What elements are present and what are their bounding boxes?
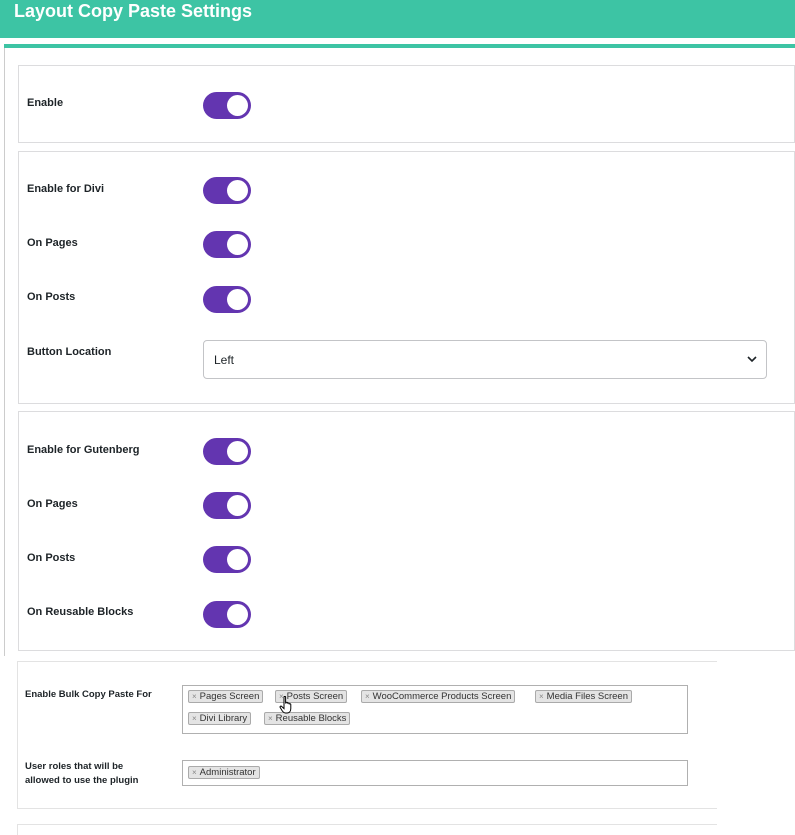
chip-remove-icon[interactable]: × [268, 713, 273, 724]
enable-label: Enable [27, 97, 64, 109]
user-roles-multiselect[interactable]: × Administrator [182, 760, 688, 786]
enable-divi-label: Enable for Divi [27, 183, 105, 195]
chip-media-files-screen: × Media Files Screen [535, 690, 632, 703]
chip-remove-icon[interactable]: × [192, 767, 197, 778]
chip-label: Pages Screen [199, 691, 260, 702]
toggle-knob [227, 549, 248, 570]
chip-remove-icon[interactable]: × [192, 713, 197, 724]
divi-on-posts-toggle[interactable] [203, 286, 251, 313]
divi-on-posts-label: On Posts [27, 291, 76, 303]
toggle-knob [227, 441, 248, 462]
gutenberg-on-reusable-toggle[interactable] [203, 601, 251, 628]
gutenberg-on-reusable-label: On Reusable Blocks [27, 606, 134, 618]
user-roles-label-line1: User roles that will be [25, 761, 124, 772]
chip-woocommerce-products-screen: × WooCommerce Products Screen [361, 690, 516, 703]
button-location-select[interactable]: Left [203, 340, 767, 379]
header-divider [4, 44, 795, 48]
settings-header: Layout Copy Paste Settings [0, 0, 795, 38]
chip-remove-icon[interactable]: × [192, 691, 197, 702]
chip-pages-screen: × Pages Screen [188, 690, 264, 703]
toggle-knob [227, 234, 248, 255]
toggle-knob [227, 180, 248, 201]
gutenberg-on-pages-toggle[interactable] [203, 492, 251, 519]
gutenberg-on-posts-label: On Posts [27, 552, 76, 564]
hand-pointer-icon [279, 696, 292, 714]
divi-on-pages-label: On Pages [27, 237, 78, 249]
chip-label: Administrator [199, 767, 256, 778]
user-roles-label-line2: allowed to use the plugin [25, 775, 139, 786]
page-title: Layout Copy Paste Settings [14, 1, 253, 21]
toggle-knob [227, 95, 248, 116]
chip-administrator: × Administrator [188, 766, 260, 779]
bulk-copy-paste-label: Enable Bulk Copy Paste For [25, 689, 152, 700]
toggle-knob [227, 604, 248, 625]
chip-label: Media Files Screen [546, 691, 628, 702]
bulk-screens-multiselect[interactable]: × Pages Screen × Posts Screen × WooComme… [182, 685, 688, 734]
chip-remove-icon[interactable]: × [365, 691, 370, 702]
user-roles-label: User roles that will be allowed to use t… [25, 760, 138, 788]
chip-label: WooCommerce Products Screen [372, 691, 512, 702]
chip-label: Reusable Blocks [275, 713, 347, 724]
button-location-label: Button Location [27, 346, 112, 358]
chip-reusable-blocks: × Reusable Blocks [264, 712, 351, 725]
chip-label: Divi Library [199, 713, 248, 724]
gutenberg-on-posts-toggle[interactable] [203, 546, 251, 573]
chip-divi-library: × Divi Library [188, 712, 252, 725]
divi-on-pages-toggle[interactable] [203, 231, 251, 258]
chip-remove-icon[interactable]: × [539, 691, 544, 702]
general-settings-card [18, 65, 795, 143]
toggle-knob [227, 495, 248, 516]
toggle-knob [227, 289, 248, 310]
enable-gutenberg-label: Enable for Gutenberg [27, 444, 140, 456]
button-location-value: Left [214, 353, 235, 367]
enable-toggle[interactable] [203, 92, 251, 119]
chevron-down-icon [747, 356, 757, 363]
enable-divi-toggle[interactable] [203, 177, 251, 204]
chip-label: Posts Screen [286, 691, 344, 702]
enable-gutenberg-toggle[interactable] [203, 438, 251, 465]
next-panel-edge [17, 824, 717, 835]
gutenberg-on-pages-label: On Pages [27, 498, 78, 510]
content-left-border [4, 48, 5, 656]
